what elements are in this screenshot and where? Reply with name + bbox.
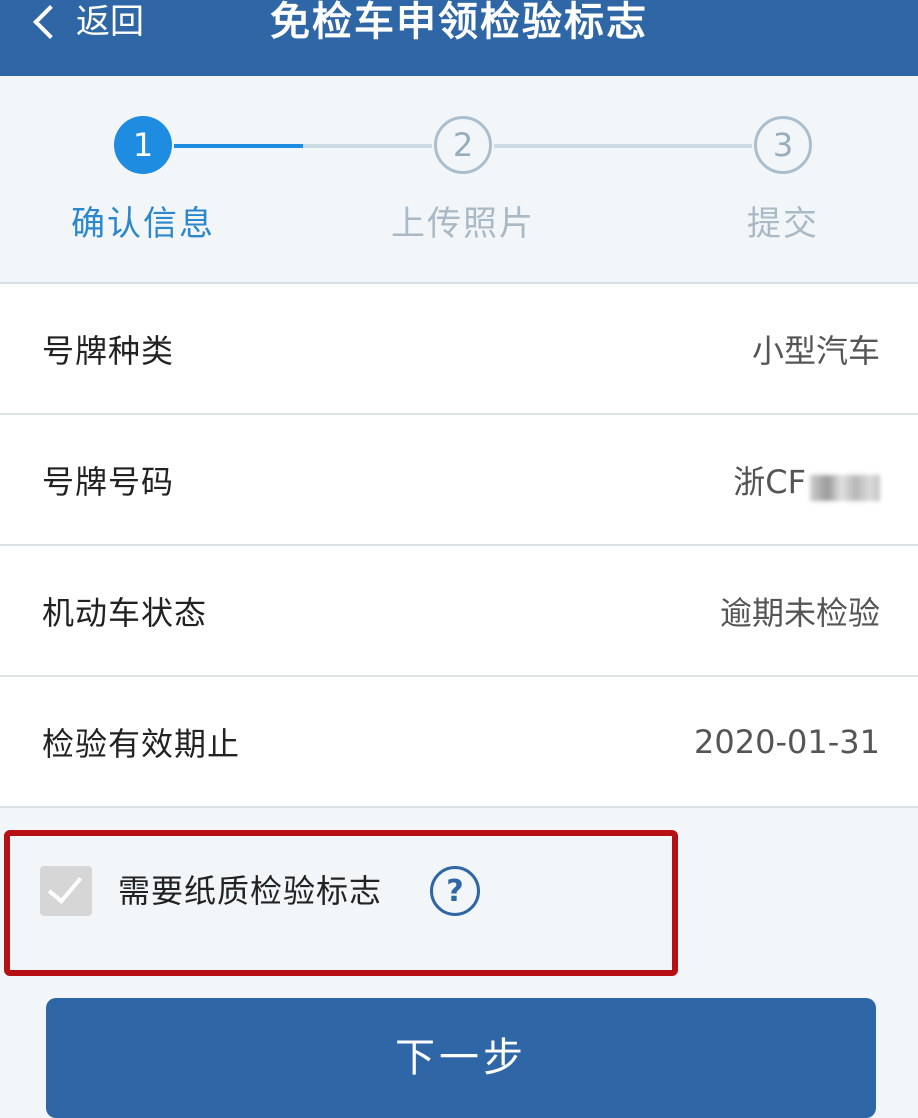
plate-number-label: 号牌号码 bbox=[42, 462, 175, 501]
inspection-expiry-label: 检验有效期止 bbox=[42, 724, 241, 763]
info-row-plate-type: 号牌种类 小型汽车 bbox=[0, 284, 918, 415]
info-row-vehicle-status: 机动车状态 逾期未检验 bbox=[0, 546, 918, 677]
info-row-plate-number: 号牌号码 浙CF bbox=[0, 415, 918, 546]
vehicle-info-list: 号牌种类 小型汽车 号牌号码 浙CF 机动车状态 逾期未检验 检验有效期止 20… bbox=[0, 284, 918, 808]
next-step-button[interactable]: 下一步 bbox=[46, 998, 876, 1118]
step-1: 1 确认信息 bbox=[43, 116, 243, 245]
plate-number-redaction bbox=[810, 475, 880, 501]
step-progress: 1 确认信息 2 上传照片 3 提交 bbox=[0, 76, 918, 284]
vehicle-status-value: 逾期未检验 bbox=[719, 593, 880, 632]
inspection-expiry-value: 2020-01-31 bbox=[694, 722, 880, 761]
step-2: 2 上传照片 bbox=[363, 116, 563, 245]
plate-type-label: 号牌种类 bbox=[42, 331, 175, 370]
page-title: 免检车申领检验标志 bbox=[270, 0, 648, 45]
step-2-number: 2 bbox=[434, 116, 492, 174]
step-3: 3 提交 bbox=[683, 116, 883, 245]
step-2-label: 上传照片 bbox=[391, 204, 535, 244]
question-circle-icon[interactable]: ? bbox=[430, 866, 480, 916]
plate-number-value: 浙CF bbox=[733, 462, 806, 501]
plate-type-value: 小型汽车 bbox=[751, 331, 880, 370]
paper-label-checkbox[interactable] bbox=[40, 866, 92, 916]
step-3-number: 3 bbox=[754, 116, 812, 174]
paper-label-option-label: 需要纸质检验标志 bbox=[118, 872, 383, 910]
vehicle-status-label: 机动车状态 bbox=[42, 593, 208, 632]
step-1-label: 确认信息 bbox=[71, 204, 215, 244]
step-1-number: 1 bbox=[114, 116, 172, 174]
next-step-label: 下一步 bbox=[395, 1035, 527, 1081]
plate-number-value-group: 浙CF bbox=[733, 457, 880, 503]
info-row-inspection-expiry: 检验有效期止 2020-01-31 bbox=[0, 677, 918, 808]
header-bar: 返回 免检车申领检验标志 bbox=[0, 0, 918, 76]
step-3-label: 提交 bbox=[747, 204, 819, 244]
